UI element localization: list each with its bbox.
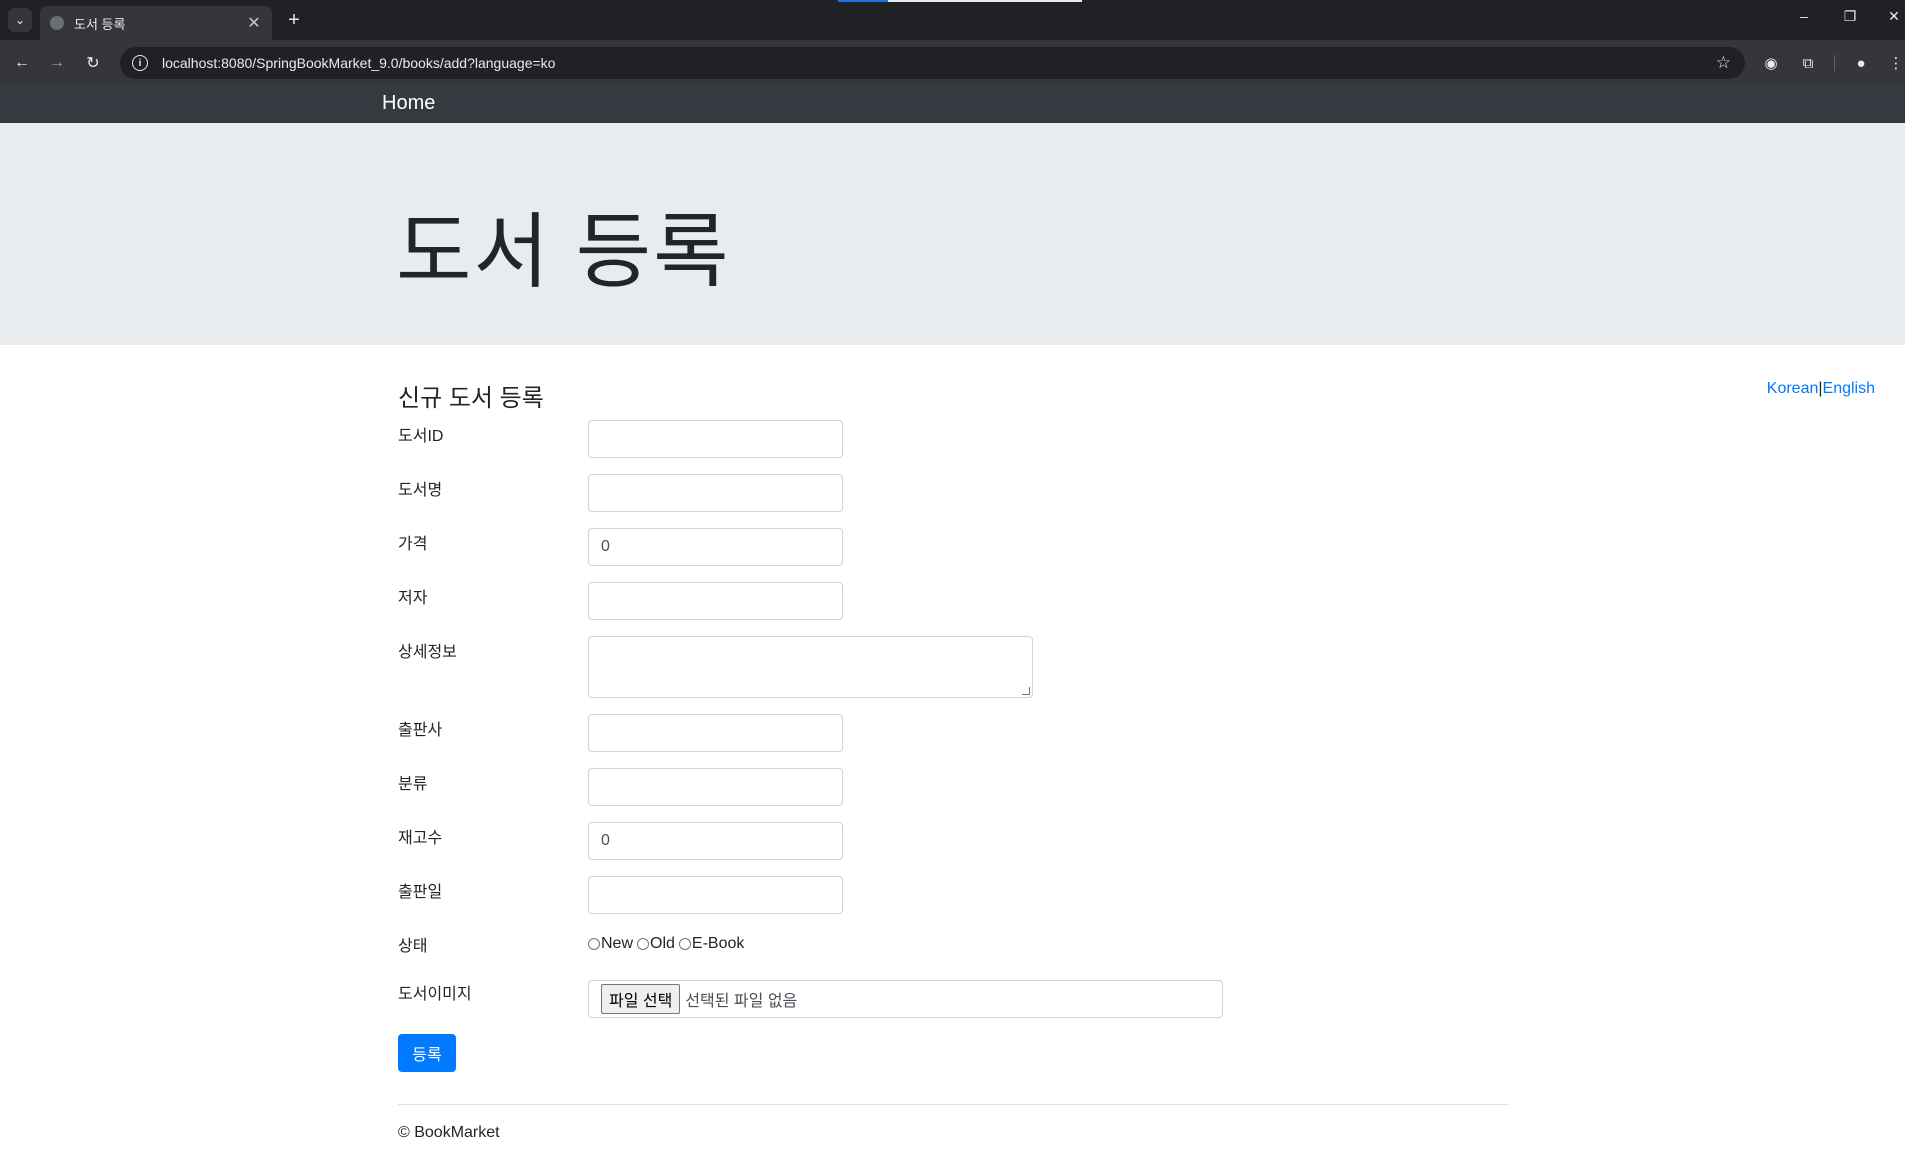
release-date-input[interactable]	[588, 876, 843, 914]
radio-ebook-label: E-Book	[691, 935, 745, 952]
language-switcher: Korean|English	[1767, 380, 1875, 398]
tab-close-icon[interactable]: ✕	[246, 13, 262, 33]
forward-arrow-icon[interactable]: →	[44, 50, 70, 76]
browser-tab-bar: ⌄ 도서 등록 ✕ + – ❐ ✕	[0, 0, 1905, 40]
radio-old-label: Old	[650, 935, 675, 952]
home-link[interactable]: Home	[382, 92, 435, 114]
new-tab-button[interactable]: +	[282, 8, 306, 32]
browser-toolbar: ← → ↻ i localhost:8080/SpringBookMarket_…	[0, 40, 1905, 86]
reload-icon[interactable]: ↻	[80, 50, 106, 76]
korean-link[interactable]: Korean	[1767, 380, 1819, 397]
resize-handle-icon[interactable]	[1022, 687, 1030, 695]
radio-ebook[interactable]: E-Book	[678, 935, 745, 953]
label-category: 분류	[398, 776, 428, 793]
close-window-button[interactable]: ✕	[1880, 8, 1905, 25]
back-arrow-icon[interactable]: ←	[9, 50, 35, 76]
footer-text: © BookMarket	[398, 1124, 500, 1141]
menu-kebab-icon[interactable]: ⋮	[1886, 53, 1905, 73]
url-text[interactable]: localhost:8080/SpringBookMarket_9.0/book…	[162, 55, 1716, 71]
label-units-in-stock: 재고수	[398, 830, 443, 847]
book-image-file-input[interactable]: 파일 선택 선택된 파일 없음	[588, 980, 1223, 1018]
label-price: 가격	[398, 536, 428, 553]
bookmark-star-icon[interactable]: ☆	[1716, 53, 1731, 73]
author-input[interactable]	[588, 582, 843, 620]
english-link[interactable]: English	[1823, 380, 1875, 397]
label-description: 상세정보	[398, 644, 457, 661]
label-book-image: 도서이미지	[398, 986, 472, 1003]
category-input[interactable]	[588, 768, 843, 806]
condition-radio-group: New Old E-Book	[588, 935, 748, 953]
address-bar[interactable]: i localhost:8080/SpringBookMarket_9.0/bo…	[120, 47, 1745, 79]
site-info-icon[interactable]: i	[132, 55, 148, 71]
label-book-id: 도서ID	[398, 428, 444, 445]
camera-icon[interactable]: ◉	[1761, 53, 1781, 73]
tab-title: 도서 등록	[74, 16, 126, 32]
site-navbar: Home	[0, 86, 1905, 123]
radio-new[interactable]: New	[588, 935, 633, 953]
globe-icon	[50, 16, 64, 30]
page-title: 도서 등록	[396, 207, 731, 298]
label-publisher: 출판사	[398, 722, 443, 739]
label-condition: 상태	[398, 938, 428, 955]
units-in-stock-input[interactable]: 0	[588, 822, 843, 860]
form-heading: 신규 도서 등록	[398, 385, 544, 412]
radio-old[interactable]: Old	[637, 935, 675, 953]
toolbar-divider	[1834, 55, 1835, 71]
radio-circle-icon[interactable]	[588, 938, 600, 950]
footer-divider	[398, 1104, 1509, 1105]
no-file-text: 선택된 파일 없음	[685, 993, 798, 1010]
label-release-date: 출판일	[398, 884, 443, 901]
loading-indicator	[838, 0, 1082, 2]
book-id-input[interactable]	[588, 420, 843, 458]
submit-button[interactable]: 등록	[398, 1034, 456, 1072]
page-header: 도서 등록	[0, 123, 1905, 345]
price-input[interactable]: 0	[588, 528, 843, 566]
radio-circle-icon[interactable]	[678, 938, 691, 950]
minimize-button[interactable]: –	[1790, 8, 1818, 24]
label-author: 저자	[398, 590, 428, 607]
radio-new-label: New	[601, 935, 634, 952]
restore-button[interactable]: ❐	[1836, 8, 1864, 25]
extensions-icon[interactable]: ⧉	[1798, 53, 1818, 73]
browser-tab-active[interactable]: 도서 등록 ✕	[40, 6, 272, 40]
profile-icon[interactable]: ●	[1851, 53, 1871, 73]
radio-circle-icon[interactable]	[637, 938, 650, 950]
book-name-input[interactable]	[588, 474, 843, 512]
publisher-input[interactable]	[588, 714, 843, 752]
description-textarea[interactable]	[588, 636, 1033, 698]
label-book-name: 도서명	[398, 482, 443, 499]
tab-search-button[interactable]: ⌄	[8, 8, 32, 32]
choose-file-button[interactable]: 파일 선택	[601, 984, 681, 1014]
